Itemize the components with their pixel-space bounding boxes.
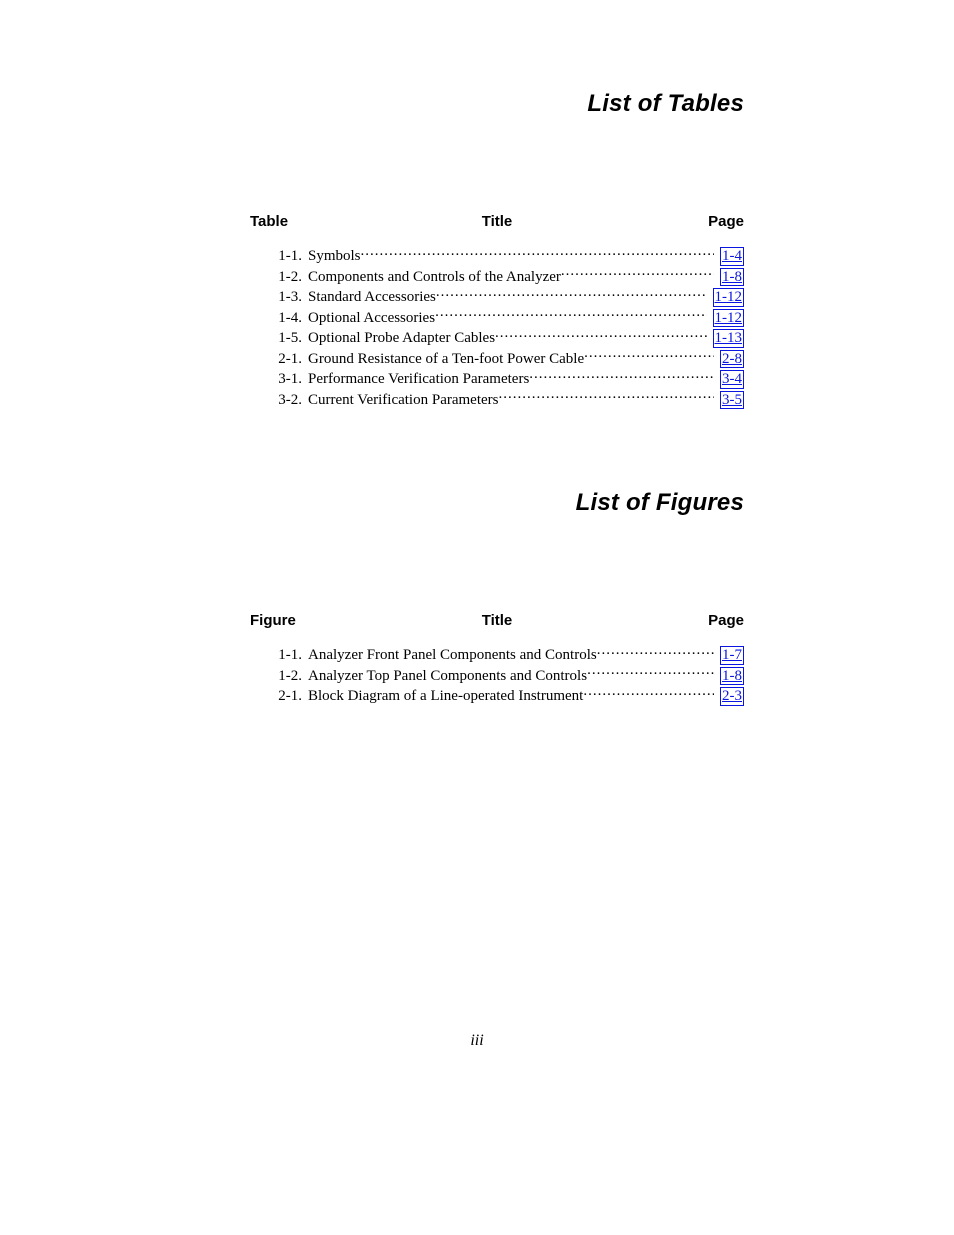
- figures-header-page: Page: [708, 612, 744, 629]
- entry-page-link[interactable]: 1-13: [713, 329, 745, 348]
- figures-header-title: Title: [482, 612, 513, 629]
- entry-title: Analyzer Top Panel Components and Contro…: [308, 667, 587, 686]
- toc-entry: 2-1. Block Diagram of a Line-operated In…: [250, 685, 744, 706]
- figures-header-left: Figure: [250, 612, 296, 629]
- entry-number: 1-4.: [250, 309, 308, 328]
- toc-entry: 1-2. Components and Controls of the Anal…: [250, 266, 744, 287]
- toc-entry: 3-2. Current Verification Parameters 3-5: [250, 389, 744, 410]
- leader-dots: [584, 348, 714, 363]
- entry-number: 2-1.: [250, 687, 308, 706]
- leader-dots: [587, 665, 714, 680]
- tables-header-left: Table: [250, 213, 288, 230]
- entry-title: Optional Accessories: [308, 309, 435, 328]
- toc-entry: 1-1. Symbols 1-4: [250, 245, 744, 266]
- entry-title: Current Verification Parameters: [308, 391, 499, 410]
- leader-dots: [499, 389, 715, 404]
- tables-header-page: Page: [708, 213, 744, 230]
- entry-page-link[interactable]: 2-8: [720, 350, 744, 369]
- entry-number: 1-2.: [250, 667, 308, 686]
- leader-dots: [361, 245, 714, 260]
- toc-entry: 1-3. Standard Accessories 1-12: [250, 286, 744, 307]
- toc-entry: 1-1. Analyzer Front Panel Components and…: [250, 644, 744, 665]
- section-title-tables: List of Tables: [250, 90, 744, 118]
- entry-page-link[interactable]: 1-12: [713, 288, 745, 307]
- tables-header-row: Table Title Page: [250, 213, 744, 235]
- entry-page-link[interactable]: 1-7: [720, 646, 744, 665]
- entry-number: 1-1.: [250, 646, 308, 665]
- leader-dots: [529, 368, 714, 383]
- leader-dots: [561, 266, 714, 281]
- entry-title: Ground Resistance of a Ten-foot Power Ca…: [308, 350, 584, 369]
- entry-page-link[interactable]: 1-4: [720, 247, 744, 266]
- figures-header-row: Figure Title Page: [250, 612, 744, 634]
- entry-title: Standard Accessories: [308, 288, 436, 307]
- entry-page-link[interactable]: 1-8: [720, 268, 744, 287]
- leader-dots: [583, 685, 714, 700]
- entry-number: 3-2.: [250, 391, 308, 410]
- entry-number: 1-5.: [250, 329, 308, 348]
- entry-number: 3-1.: [250, 370, 308, 389]
- entry-page-link[interactable]: 2-3: [720, 687, 744, 706]
- tables-entries: 1-1. Symbols 1-4 1-2. Components and Con…: [250, 245, 744, 409]
- entry-page-link[interactable]: 3-5: [720, 391, 744, 410]
- toc-entry: 3-1. Performance Verification Parameters…: [250, 368, 744, 389]
- entry-title: Optional Probe Adapter Cables: [308, 329, 495, 348]
- tables-header-title: Title: [482, 213, 513, 230]
- entry-title: Components and Controls of the Analyzer: [308, 268, 561, 287]
- entry-page-link[interactable]: 1-12: [713, 309, 745, 328]
- section-title-figures: List of Figures: [250, 489, 744, 517]
- entry-number: 1-1.: [250, 247, 308, 266]
- entry-number: 2-1.: [250, 350, 308, 369]
- entry-number: 1-3.: [250, 288, 308, 307]
- toc-entry: 1-5. Optional Probe Adapter Cables 1-13: [250, 327, 744, 348]
- leader-dots: [435, 307, 706, 322]
- entry-number: 1-2.: [250, 268, 308, 287]
- figures-entries: 1-1. Analyzer Front Panel Components and…: [250, 644, 744, 706]
- entry-title: Performance Verification Parameters: [308, 370, 529, 389]
- entry-page-link[interactable]: 1-8: [720, 667, 744, 686]
- toc-entry: 2-1. Ground Resistance of a Ten-foot Pow…: [250, 348, 744, 369]
- entry-page-link[interactable]: 3-4: [720, 370, 744, 389]
- entry-title: Block Diagram of a Line-operated Instrum…: [308, 687, 583, 706]
- page-number: iii: [0, 1032, 954, 1050]
- leader-dots: [495, 327, 706, 342]
- toc-entry: 1-4. Optional Accessories 1-12: [250, 307, 744, 328]
- document-page: List of Tables Table Title Page 1-1. Sym…: [0, 0, 954, 766]
- leader-dots: [436, 286, 707, 301]
- entry-title: Analyzer Front Panel Components and Cont…: [308, 646, 597, 665]
- entry-title: Symbols: [308, 247, 361, 266]
- leader-dots: [597, 644, 714, 659]
- toc-entry: 1-2. Analyzer Top Panel Components and C…: [250, 665, 744, 686]
